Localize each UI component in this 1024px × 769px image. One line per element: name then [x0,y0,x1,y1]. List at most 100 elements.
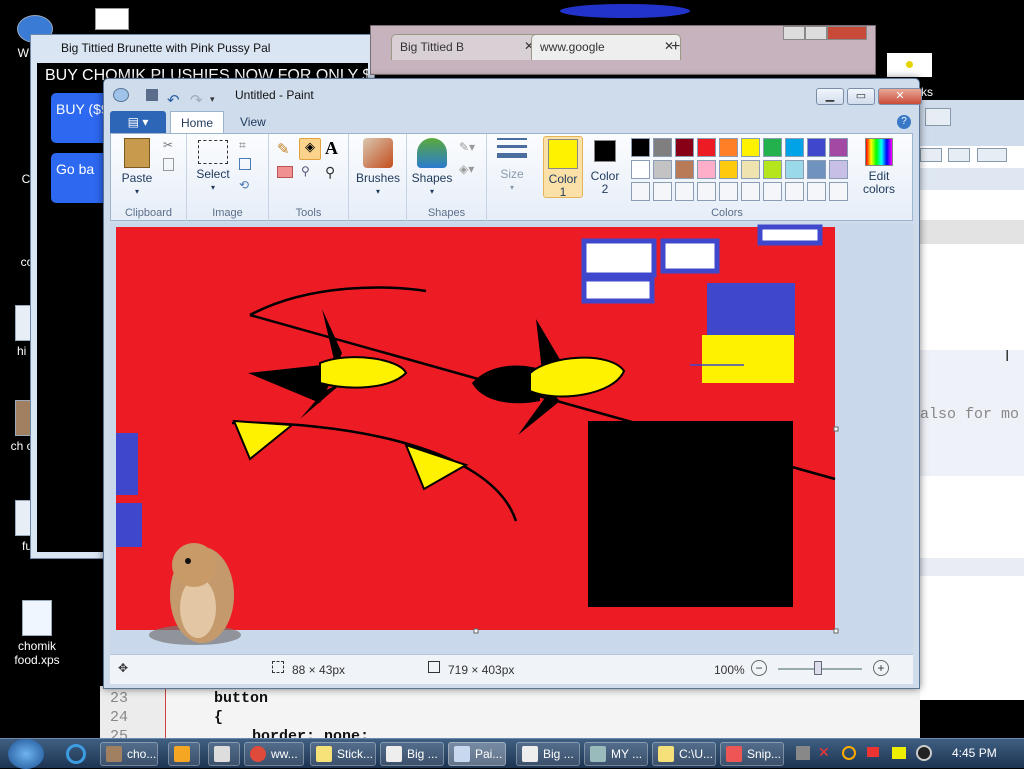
select-button[interactable]: Select ▾ [193,140,233,194]
palette-swatch[interactable] [785,138,804,157]
palette-swatch[interactable] [785,182,804,201]
minimize-button[interactable] [920,148,942,162]
crop-icon[interactable]: ⌗ [239,138,246,153]
palette-swatch[interactable] [807,160,826,179]
palette-swatch[interactable] [653,160,672,179]
maximize-button[interactable] [805,26,827,40]
tray-icon[interactable] [842,746,856,760]
fill-icon[interactable]: ◈ [299,138,321,160]
paint-window[interactable]: ↶ ↷ ▾ Untitled - Paint ▁ ▭ ✕ ▤ ▾ Home Vi… [103,78,922,689]
color2-button[interactable]: Color 2 [587,138,623,196]
minimize-button[interactable] [783,26,805,40]
taskbar-item[interactable]: Big ... [516,742,580,766]
text-icon[interactable]: A [325,138,338,159]
minimize-button[interactable]: ▁ [816,88,844,105]
size-button[interactable]: Size ▾ [491,138,533,194]
close-button[interactable] [977,148,1007,162]
chrome-tab-1[interactable]: Big Tittied B ✕ [391,34,541,60]
palette-swatch[interactable] [675,182,694,201]
eraser-icon[interactable] [277,166,293,178]
taskbar-item[interactable]: Big ... [380,742,444,766]
taskbar-item[interactable]: C:\U... [652,742,716,766]
palette-swatch[interactable] [719,138,738,157]
file-menu-button[interactable]: ▤ ▾ [110,111,166,133]
tab-home[interactable]: Home [170,111,225,133]
tray-icon[interactable]: ✕ [818,744,830,761]
brushes-button[interactable]: Brushes ▾ [353,138,403,198]
close-button[interactable] [925,108,951,126]
maximize-button[interactable]: ▭ [847,88,875,105]
taskbar-item-paint[interactable]: Pai... [448,742,506,766]
chrome-window[interactable]: Big Tittied B ✕ www.google ✕ + [370,25,876,75]
palette-swatch[interactable] [719,160,738,179]
ie-icon[interactable] [66,744,86,764]
palette-swatch[interactable] [807,182,826,201]
go-back-button[interactable]: Go ba [51,153,111,203]
cut-icon[interactable]: ✂ [163,138,173,152]
palette-swatch[interactable] [829,138,848,157]
code-editor-lines[interactable]: 23 24 25 button { border: none; [100,686,920,745]
chrome-tab-2[interactable]: www.google ✕ [531,34,681,60]
palette-swatch[interactable] [785,160,804,179]
palette-swatch[interactable] [829,160,848,179]
magnifier-icon[interactable]: ⚲ [325,164,335,181]
volume-icon[interactable] [916,745,932,761]
palette-swatch[interactable] [763,160,782,179]
palette-swatch[interactable] [675,160,694,179]
taskbar-item[interactable] [168,742,200,766]
palette-swatch[interactable] [631,182,650,201]
palette-swatch[interactable] [741,138,760,157]
color-picker-icon[interactable]: ⚲ [301,164,310,178]
close-button[interactable]: ✕ [878,88,922,105]
outline-icon[interactable]: ✎▾ [459,140,475,154]
palette-swatch[interactable] [741,182,760,201]
desktop-icon-xps[interactable]: chomik food.xps [2,600,72,667]
palette-swatch[interactable] [675,138,694,157]
palette-swatch[interactable] [763,182,782,201]
palette-swatch[interactable] [829,182,848,201]
maximize-button[interactable] [948,148,970,162]
copy-icon[interactable] [163,158,174,171]
zoom-slider-thumb[interactable] [814,661,822,675]
palette-swatch[interactable] [697,182,716,201]
palette-swatch[interactable] [697,138,716,157]
save-icon[interactable] [146,89,158,101]
tray-icon[interactable] [796,746,810,760]
pencil-icon[interactable]: ✎ [277,140,297,160]
drawing-canvas[interactable] [110,223,915,656]
rotate-icon[interactable]: ⟲ [239,178,249,192]
palette-swatch[interactable] [631,138,650,157]
flag-icon[interactable] [867,747,879,757]
taskbar-item[interactable]: Stick... [310,742,376,766]
clock[interactable]: 4:45 PM [952,746,997,760]
palette-swatch[interactable] [763,138,782,157]
zoom-out-icon[interactable]: − [751,660,767,676]
tray-icon[interactable] [892,747,906,759]
palette-swatch[interactable] [697,160,716,179]
taskbar-item[interactable]: cho... [100,742,158,766]
close-button[interactable] [827,26,867,40]
taskbar-item[interactable]: ww... [244,742,304,766]
start-button[interactable] [8,739,44,769]
canvas-area [110,223,913,656]
fill-style-icon[interactable]: ◈▾ [459,162,474,176]
palette-swatch[interactable] [719,182,738,201]
help-icon[interactable]: ? [897,115,911,129]
zoom-in-icon[interactable]: + [873,660,889,676]
palette-swatch[interactable] [653,138,672,157]
buy-button[interactable]: BUY ($9 [51,93,111,143]
taskbar-item[interactable] [208,742,240,766]
edit-colors-button[interactable]: Edit colors [857,138,901,196]
palette-swatch[interactable] [741,160,760,179]
color1-button[interactable]: Color 1 [543,136,583,199]
palette-swatch[interactable] [653,182,672,201]
tab-view[interactable]: View [230,111,276,133]
palette-swatch[interactable] [631,160,650,179]
palette-swatch[interactable] [807,138,826,157]
resize-icon[interactable] [239,158,251,170]
paste-button[interactable]: Paste ▾ [117,138,157,198]
taskbar-item[interactable]: Snip... [720,742,784,766]
shapes-button[interactable]: Shapes ▾ [411,138,453,198]
new-tab-icon[interactable]: + [671,38,680,56]
taskbar-item[interactable]: MY ... [584,742,648,766]
